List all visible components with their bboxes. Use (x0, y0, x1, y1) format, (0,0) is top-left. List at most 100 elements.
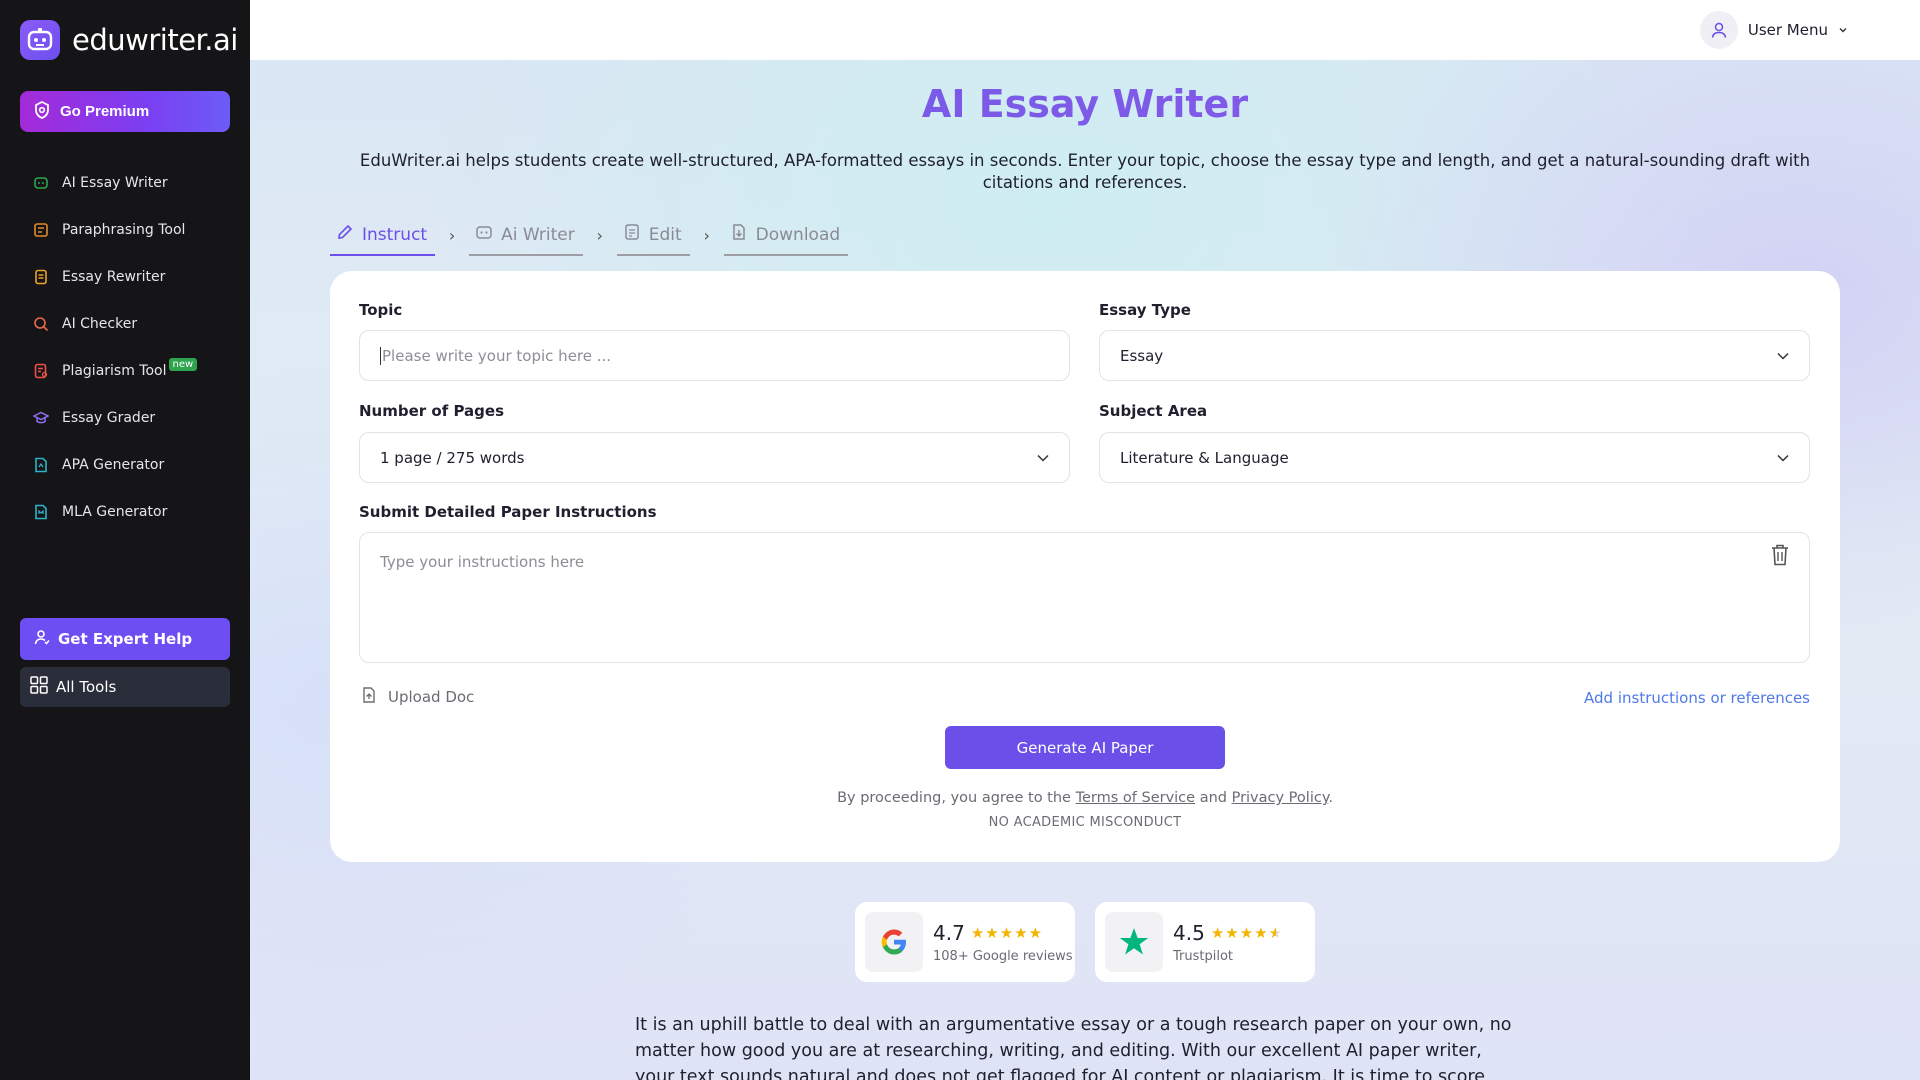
chevron-down-icon (1035, 450, 1051, 470)
rating-stars: ★★★★★ (1210, 923, 1284, 942)
instructions-label: Submit Detailed Paper Instructions (359, 503, 657, 521)
sidebar-item-apa-generator[interactable]: APA Generator (20, 441, 230, 488)
rating-stars: ★★★★★ (970, 923, 1044, 942)
chevron-right-icon: › (448, 226, 456, 245)
instructions-textarea[interactable]: Type your instructions here (359, 532, 1810, 663)
user-menu-label: User Menu (1747, 21, 1828, 39)
chevron-down-icon (1838, 21, 1848, 39)
sidebar-item-ai-essay-writer[interactable]: AI Essay Writer (20, 159, 230, 206)
tab-label: Download (755, 224, 841, 245)
trustpilot-score: 4.5 (1173, 920, 1205, 945)
robot-icon (32, 174, 50, 192)
google-score: 4.7 (933, 920, 965, 945)
google-review-count: 108+ Google reviews (933, 948, 1073, 964)
get-expert-help-label: Get Expert Help (58, 630, 193, 648)
legal-notice: By proceeding, you agree to the Terms of… (330, 790, 1840, 806)
step-tabs: Instruct › Ai Writer › Edit › Download (330, 219, 849, 256)
text-cursor (380, 346, 381, 365)
subject-select[interactable]: Literature & Language (1099, 432, 1810, 483)
search-icon (32, 315, 50, 333)
user-menu[interactable]: User Menu (1699, 11, 1848, 49)
all-tools-label: All Tools (56, 678, 117, 696)
sidebar-item-label: MLA Generator (62, 503, 168, 520)
intro-paragraph: It is an uphill battle to deal with an a… (635, 1015, 1512, 1080)
pages-select[interactable]: 1 page / 275 words (359, 432, 1070, 483)
essay-type-select[interactable]: Essay (1099, 330, 1810, 381)
essay-type-label: Essay Type (1099, 301, 1191, 319)
topic-placeholder: Please write your topic here ... (382, 346, 612, 365)
legal-and: and (1199, 790, 1227, 806)
subject-value: Literature & Language (1120, 448, 1289, 467)
sidebar-item-mla-generator[interactable]: MLA Generator (20, 488, 230, 535)
go-premium-button[interactable]: Go Premium (20, 91, 230, 132)
tab-download[interactable]: Download (723, 219, 849, 256)
mla-icon (32, 503, 50, 521)
sidebar-item-essay-grader[interactable]: Essay Grader (20, 394, 230, 441)
sidebar-item-label: Essay Grader (62, 409, 156, 426)
topic-label: Topic (359, 301, 403, 319)
all-tools-button[interactable]: All Tools (20, 667, 230, 707)
user-avatar-icon (1699, 11, 1738, 49)
sidebar-item-paraphrasing-tool[interactable]: Paraphrasing Tool (20, 206, 230, 253)
google-review-info: 4.7 ★★★★★ 108+ Google reviews (933, 921, 1073, 964)
trustpilot-review-info: 4.5 ★★★★★ Trustpilot (1173, 921, 1283, 964)
main-content: User Menu AI Essay Writer EduWriter.ai h… (250, 0, 1920, 1080)
sidebar-item-essay-rewriter[interactable]: Essay Rewriter (20, 253, 230, 300)
sidebar: eduwriter.ai Go Premium AI Essay Writer … (0, 0, 250, 1080)
add-instructions-link[interactable]: Add instructions or references (1584, 689, 1810, 707)
robot-logo-icon (20, 20, 60, 60)
topic-input[interactable]: Please write your topic here ... (359, 330, 1070, 381)
tab-instruct[interactable]: Instruct (330, 219, 436, 256)
chevron-down-icon (1775, 348, 1791, 368)
chevron-right-icon: › (596, 226, 603, 245)
legal-prefix: By proceeding, you agree to the (837, 790, 1071, 806)
sidebar-item-label: Plagiarism Tool (62, 362, 167, 379)
terms-link[interactable]: Terms of Service (1076, 790, 1195, 806)
premium-icon (34, 100, 50, 123)
edit-doc-icon (623, 223, 641, 246)
grid-icon (30, 676, 48, 698)
brand-logo[interactable]: eduwriter.ai (20, 20, 238, 60)
upload-icon (360, 686, 378, 708)
rewrite-icon (32, 268, 50, 286)
trustpilot-star-icon (1105, 912, 1163, 972)
tab-label: Ai Writer (501, 224, 575, 245)
trash-icon[interactable] (1769, 543, 1791, 571)
upload-doc-button[interactable]: Upload Doc (360, 686, 474, 708)
tab-edit[interactable]: Edit (616, 219, 690, 256)
robot-icon (475, 223, 493, 246)
tab-label: Edit (648, 224, 682, 245)
tab-ai-writer[interactable]: Ai Writer (469, 219, 583, 256)
brand-name: eduwriter.ai (72, 23, 238, 57)
download-icon (730, 223, 748, 246)
generate-paper-button[interactable]: Generate AI Paper (945, 726, 1225, 769)
pages-value: 1 page / 275 words (380, 448, 525, 467)
top-bar: User Menu (250, 0, 1920, 60)
instructions-placeholder: Type your instructions here (380, 553, 585, 571)
tab-label: Instruct (362, 224, 428, 245)
get-expert-help-button[interactable]: Get Expert Help (20, 618, 230, 660)
chevron-down-icon (1775, 450, 1791, 470)
new-badge: new (168, 358, 198, 371)
subject-label: Subject Area (1099, 402, 1208, 420)
trustpilot-label: Trustpilot (1173, 948, 1234, 964)
apa-icon (32, 456, 50, 474)
plagiarism-icon (32, 362, 50, 380)
google-review-card: 4.7 ★★★★★ 108+ Google reviews (855, 902, 1075, 982)
page-title: AI Essay Writer (250, 82, 1920, 126)
go-premium-label: Go Premium (60, 103, 150, 120)
pencil-icon (336, 223, 354, 246)
chevron-right-icon: › (703, 226, 710, 245)
sidebar-nav: AI Essay Writer Paraphrasing Tool Essay … (20, 159, 230, 535)
sidebar-item-label: Essay Rewriter (62, 268, 166, 285)
sidebar-item-label: AI Checker (62, 315, 138, 332)
essay-form-card: Topic Please write your topic here ... E… (330, 271, 1840, 862)
upload-doc-label: Upload Doc (388, 688, 475, 706)
sidebar-item-label: APA Generator (62, 456, 165, 473)
sidebar-item-ai-checker[interactable]: AI Checker (20, 300, 230, 347)
sidebar-item-label: AI Essay Writer (62, 174, 168, 191)
privacy-link[interactable]: Privacy Policy (1232, 790, 1329, 806)
page-subtitle: EduWriter.ai helps students create well-… (359, 151, 1811, 192)
expert-user-icon (34, 629, 50, 649)
sidebar-item-plagiarism-tool[interactable]: Plagiarism Tool new (20, 347, 230, 394)
